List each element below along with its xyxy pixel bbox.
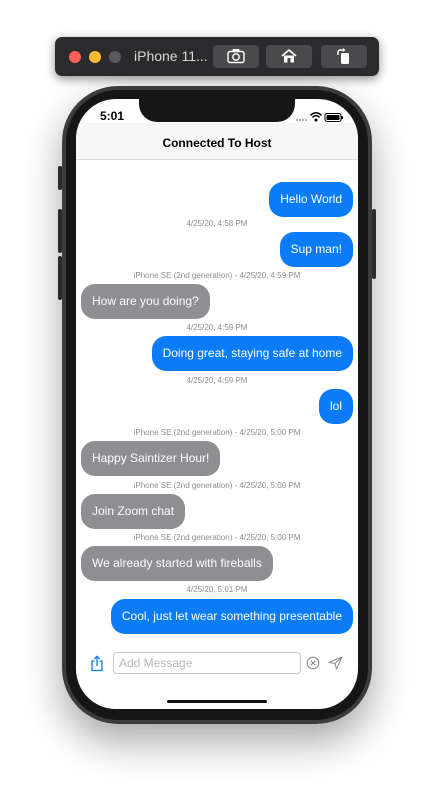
close-window-button[interactable] <box>69 51 81 63</box>
phone-screen: Connected To Host 5:01 Hello World 4/25/… <box>76 99 358 709</box>
message-bubble[interactable]: Happy Saintizer Hour! <box>81 441 221 476</box>
rotate-icon <box>337 48 349 64</box>
message-timestamp: 4/25/20, 4:58 PM <box>186 219 248 228</box>
message-timestamp: iPhone SE (2nd generation) - 4/25/20, 5:… <box>133 481 301 490</box>
message-bubble[interactable]: Doing great, staying safe at home <box>151 336 353 371</box>
simulator-stage: iPhone 11... Connected To Host 5:01 Hell… <box>0 0 434 797</box>
message-bubble[interactable]: Cool, just let wear something presentabl… <box>110 599 353 634</box>
message-bubble[interactable]: lol <box>318 389 353 424</box>
share-button[interactable] <box>90 655 104 677</box>
rotate-button[interactable] <box>321 45 367 68</box>
message-timestamp: iPhone SE (2nd generation) - 4/25/20, 5:… <box>133 533 301 542</box>
send-button[interactable] <box>328 656 343 675</box>
screenshot-button[interactable] <box>213 45 259 68</box>
simulator-title: iPhone 11... <box>134 48 208 64</box>
message-timestamp: 4/25/20, 4:59 PM <box>186 376 248 385</box>
message-bubble[interactable]: Join Zoom chat <box>81 494 186 529</box>
home-button[interactable] <box>266 45 312 68</box>
screenshot-icon <box>227 49 245 64</box>
volume-down-button <box>58 256 62 300</box>
share-icon <box>91 655 103 672</box>
send-icon <box>328 656 343 670</box>
silent-switch <box>58 166 62 190</box>
composer-bar <box>76 647 358 681</box>
message-timestamp: iPhone SE (2nd generation) - 4/25/20, 5:… <box>133 428 301 437</box>
message-timestamp: iPhone SE (2nd generation) - 4/25/20, 4:… <box>133 271 301 280</box>
simulator-toolbar: iPhone 11... <box>55 37 379 76</box>
message-bubble[interactable]: Sup man! <box>279 232 353 267</box>
clear-button[interactable] <box>306 656 320 675</box>
power-button <box>372 209 376 279</box>
volume-up-button <box>58 209 62 253</box>
zoom-window-button[interactable] <box>109 51 121 63</box>
message-list[interactable]: Hello World 4/25/20, 4:58 PM Sup man! iP… <box>76 99 358 709</box>
message-bubble[interactable]: Hello World <box>269 182 353 217</box>
message-bubble[interactable]: How are you doing? <box>81 284 210 319</box>
clear-icon <box>306 656 320 670</box>
message-timestamp: 4/25/20, 4:59 PM <box>186 323 248 332</box>
message-input[interactable] <box>113 652 301 674</box>
message-timestamp: 4/25/20, 5:01 PM <box>186 585 248 594</box>
home-icon <box>281 49 297 63</box>
home-indicator[interactable] <box>167 700 267 703</box>
minimize-window-button[interactable] <box>89 51 101 63</box>
message-bubble[interactable]: We already started with fireballs <box>81 546 273 581</box>
